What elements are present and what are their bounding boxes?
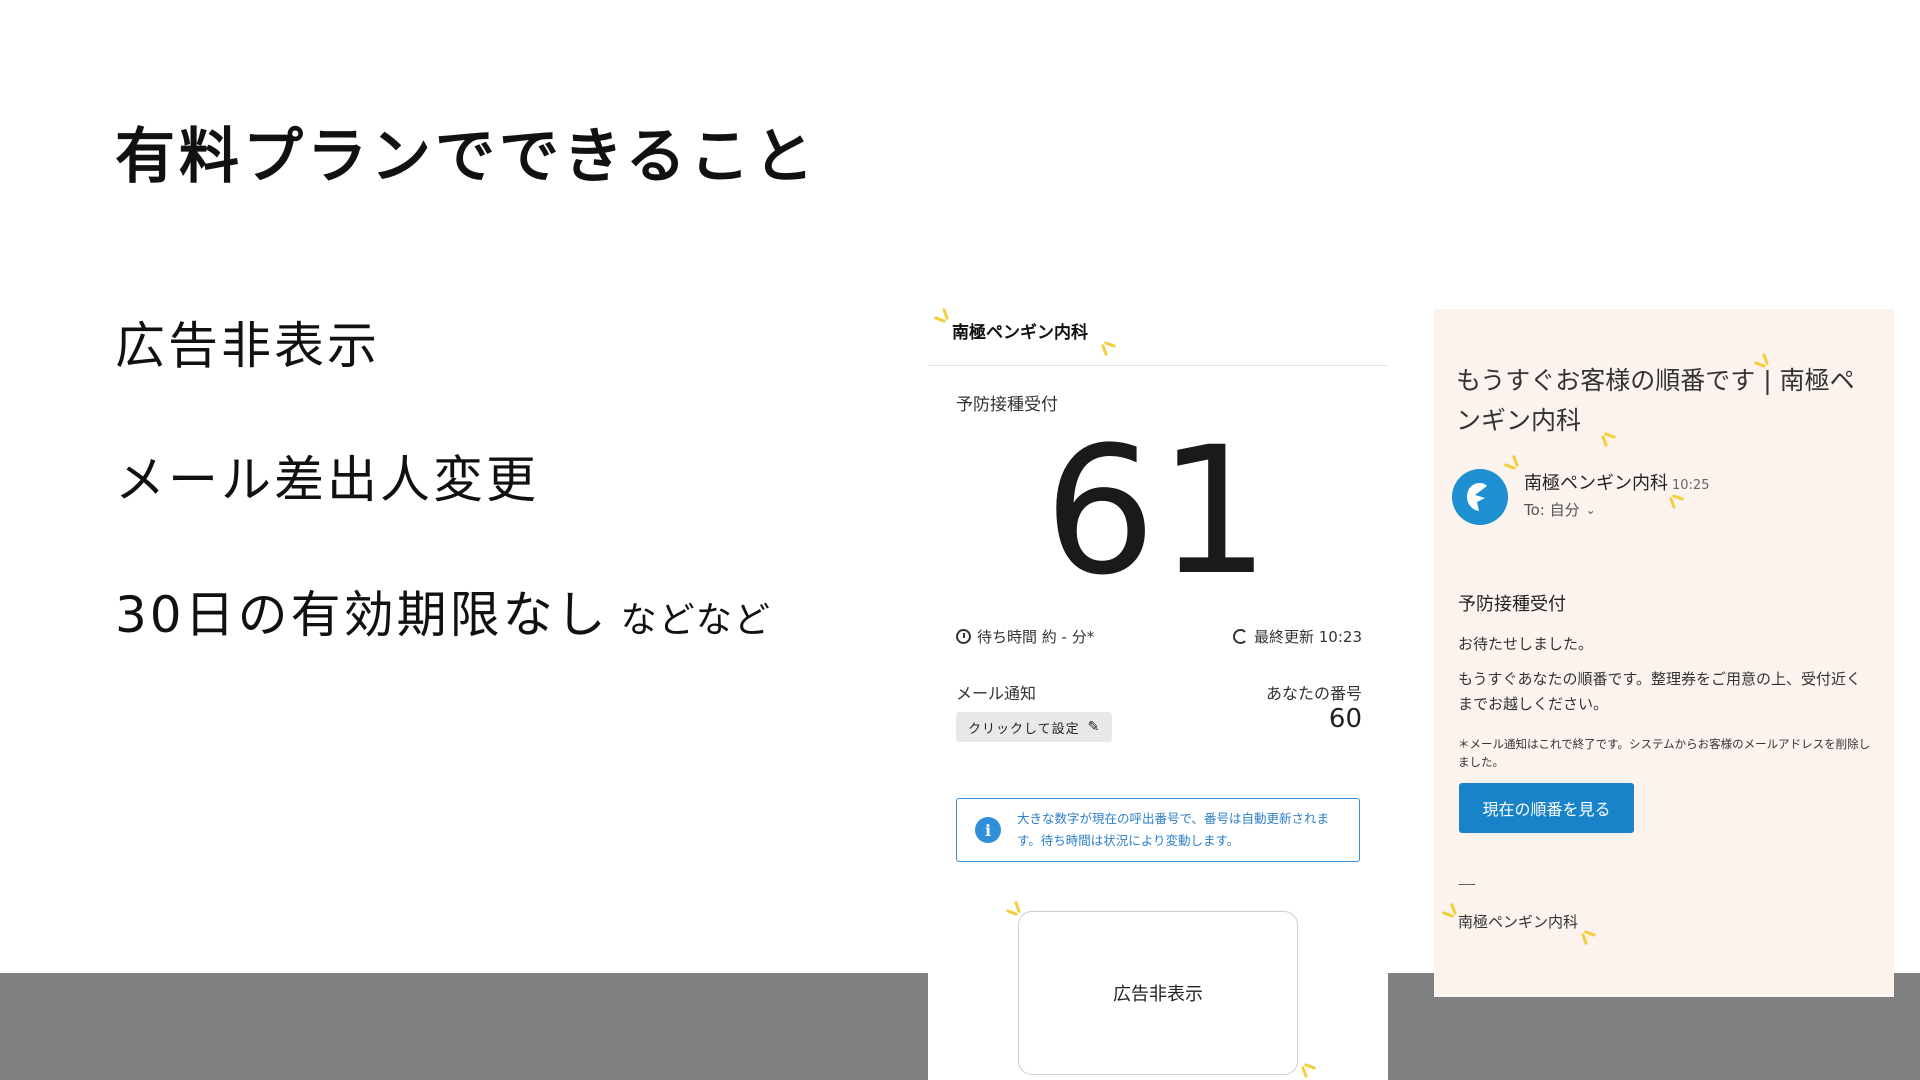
email-footer: 南極ペンギン内科 [1458, 913, 1579, 931]
feature-ad-free: 広告非表示 [115, 317, 380, 375]
ad-free-box: 広告非表示 [1018, 911, 1298, 1075]
email-panel: もうすぐお客様の順番です | 南極ペンギン内科 南極ペンギン内科 10:25 To… [1434, 309, 1894, 997]
sparkle-icon [1662, 487, 1684, 509]
info-text: 大きな数字が現在の呼出番号で、番号は自動更新されます。待ち時間は状況により変動し… [1017, 811, 1330, 848]
your-number-label: あなたの番号 [1265, 684, 1362, 703]
sparkle-icon [1594, 425, 1616, 447]
last-updated: 最終更新 10:23 [1233, 626, 1362, 647]
recipient-text: To: 自分 [1524, 501, 1580, 519]
wait-time-text: 待ち時間 約 - 分* [977, 628, 1095, 646]
email-note: ＊メール通知はこれで終了です。システムからお客様のメールアドレスを削除しました。 [1458, 737, 1871, 769]
ad-free-box-label: 広告非表示 [1113, 984, 1203, 1005]
recipient-toggle[interactable]: To: 自分 ⌄ [1524, 499, 1596, 520]
mail-notification-label: メール通知 [956, 684, 1037, 703]
sparkle-icon [1504, 455, 1526, 477]
reception-screen-panel: 南極ペンギン内科 予防接種受付 61 待ち時間 約 - 分* 最終更新 10:2… [928, 296, 1388, 1080]
reception-header: 南極ペンギン内科 [928, 296, 1388, 366]
refresh-icon [1233, 629, 1248, 644]
sender-name: 南極ペンギン内科 [1524, 473, 1668, 494]
feature-no-expiry: 30日の有効期限なし などなど [115, 575, 772, 647]
sparkle-icon [1442, 903, 1464, 925]
feature-sender-change: メール差出人変更 [115, 451, 539, 509]
email-divider: ----- [1458, 877, 1476, 891]
wait-time: 待ち時間 約 - 分* [956, 626, 1094, 647]
sparkle-icon [934, 308, 956, 330]
email-body: もうすぐあなたの順番です。整理券をご用意の上、受付近くまでお越しください。 [1458, 670, 1862, 713]
set-notification-button-label: クリックして設定 [968, 721, 1080, 737]
sparkle-icon [1574, 923, 1596, 945]
last-updated-text: 最終更新 10:23 [1254, 628, 1362, 646]
sparkle-icon [1006, 901, 1028, 923]
section-label: 予防接種受付 [956, 395, 1058, 415]
current-number: 61 [1044, 409, 1272, 614]
pencil-icon: ✎ [1087, 719, 1101, 735]
email-greeting: お待たせしました。 [1458, 635, 1594, 653]
sender-logo-icon [1467, 483, 1487, 511]
view-current-order-button[interactable]: 現在の順番を見る [1459, 783, 1634, 833]
clinic-name: 南極ペンギン内科 [952, 323, 1088, 343]
email-subject: もうすぐお客様の順番です | 南極ペンギン内科 [1456, 366, 1855, 435]
sparkle-icon [1294, 1056, 1316, 1078]
email-heading: 予防接種受付 [1458, 594, 1566, 615]
your-number: 60 [1328, 704, 1362, 734]
stopwatch-icon [956, 629, 971, 644]
sparkle-icon [1094, 334, 1116, 356]
slide-title: 有料プランでできること [115, 122, 818, 192]
chevron-down-icon: ⌄ [1585, 502, 1596, 517]
feature-no-expiry-label: 30日の有効期限なし [115, 586, 609, 644]
info-icon: i [975, 817, 1001, 843]
feature-suffix: などなど [620, 600, 772, 641]
set-notification-button[interactable]: クリックして設定 ✎ [956, 712, 1113, 742]
sparkle-icon [1754, 353, 1776, 375]
info-notice: i 大きな数字が現在の呼出番号で、番号は自動更新されます。待ち時間は状況により変… [956, 798, 1360, 862]
sender-avatar [1452, 469, 1508, 525]
